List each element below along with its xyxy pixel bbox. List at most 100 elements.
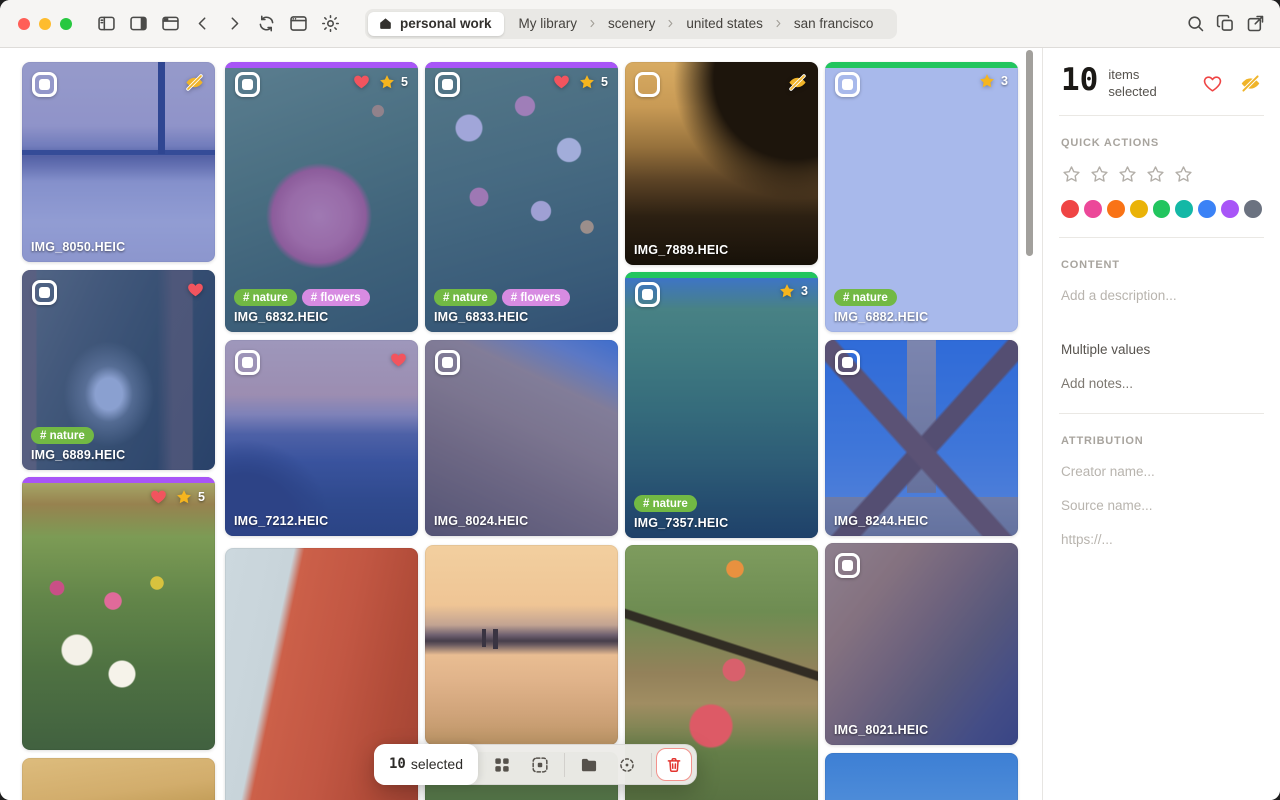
star-rating-count: 5 xyxy=(601,75,608,89)
color-label-bar xyxy=(22,477,215,483)
photo-tile-sand-dune[interactable] xyxy=(22,758,215,800)
color-label-dot[interactable] xyxy=(1061,200,1079,218)
tag-pill[interactable]: # nature xyxy=(31,427,94,444)
rating-star-2[interactable] xyxy=(1089,164,1110,185)
breadcrumb-item[interactable]: united states xyxy=(681,16,768,31)
settings-icon[interactable] xyxy=(320,13,341,34)
tile-checkbox[interactable] xyxy=(235,72,260,97)
zoom-button[interactable] xyxy=(60,18,72,30)
color-label-dot[interactable] xyxy=(1153,200,1171,218)
color-label-dot[interactable] xyxy=(1107,200,1125,218)
breadcrumb: personal work My library scenery united st… xyxy=(365,9,897,39)
tab-window-icon[interactable] xyxy=(160,13,181,34)
photo-tile-dusk-seascape[interactable]: IMG_7212.HEIC xyxy=(225,340,418,536)
favorite-toggle-button[interactable] xyxy=(1202,73,1223,94)
hide-toggle-button[interactable] xyxy=(1239,72,1262,95)
tile-badges xyxy=(186,280,205,299)
tile-checkbox[interactable] xyxy=(32,72,57,97)
tag-pill[interactable]: # nature xyxy=(834,289,897,306)
photo-tile-dahlia-flower[interactable]: 5# nature# flowersIMG_6832.HEIC xyxy=(225,62,418,332)
tile-checkbox[interactable] xyxy=(835,350,860,375)
tile-checkbox[interactable] xyxy=(835,72,860,97)
color-label-dot[interactable] xyxy=(1221,200,1239,218)
photo-tile-wooden-spire[interactable]: 3# natureIMG_6882.HEIC xyxy=(825,62,1018,332)
url-field[interactable]: https://... xyxy=(1061,532,1262,547)
tile-checkbox[interactable] xyxy=(635,282,660,307)
photo-tile-forest-trees[interactable]: 3# natureIMG_7357.HEIC xyxy=(625,272,818,538)
tile-filename: IMG_8050.HEIC xyxy=(31,240,206,254)
tile-filename: IMG_6889.HEIC xyxy=(31,448,206,462)
tile-info: IMG_7212.HEIC xyxy=(234,514,409,528)
app-window-icon[interactable] xyxy=(288,13,309,34)
grid-view-button[interactable] xyxy=(485,748,519,782)
tile-info: # nature # flowers IMG_6833.HEIC xyxy=(434,289,609,324)
tag-pill[interactable]: # flowers xyxy=(502,289,570,306)
photo-tile-palace-frieze[interactable]: IMG_8021.HEIC xyxy=(825,543,1018,745)
tile-filename: IMG_7889.HEIC xyxy=(634,243,809,257)
breadcrumb-item[interactable]: My library xyxy=(514,16,583,31)
tile-checkbox[interactable] xyxy=(635,72,660,97)
divider xyxy=(1059,413,1264,414)
tag-pill[interactable]: # nature xyxy=(434,289,497,306)
breadcrumb-root[interactable]: personal work xyxy=(368,12,504,36)
tag-pill[interactable]: # nature xyxy=(234,289,297,306)
sidebar-left-icon[interactable] xyxy=(96,13,117,34)
scrollbar-thumb[interactable] xyxy=(1026,50,1033,256)
rating-star-3[interactable] xyxy=(1117,164,1138,185)
forward-icon[interactable] xyxy=(224,13,245,34)
minimize-button[interactable] xyxy=(39,18,51,30)
tile-info: IMG_8024.HEIC xyxy=(434,514,609,528)
back-icon[interactable] xyxy=(192,13,213,34)
breadcrumb-item[interactable]: scenery xyxy=(603,16,660,31)
tile-filename: IMG_6833.HEIC xyxy=(434,310,609,324)
photo-tile-couple-sunset-beach[interactable] xyxy=(425,545,618,745)
photo-tile-striped-dahlias[interactable]: 5 # nature # flowers IMG_6833.HEIC xyxy=(425,62,618,332)
star-rating-count: 5 xyxy=(198,490,205,504)
photo-tile-palace-columns[interactable]: IMG_8024.HEIC xyxy=(425,340,618,536)
breadcrumb-item[interactable]: san francisco xyxy=(789,16,879,31)
description-field[interactable]: Add a description... xyxy=(1061,288,1262,303)
copy-icon[interactable] xyxy=(1215,13,1236,34)
photo-tile-dark-coast-sunset[interactable]: IMG_7889.HEIC xyxy=(625,62,818,265)
source-field[interactable]: Source name... xyxy=(1061,498,1262,513)
photo-tile-blue-sky[interactable] xyxy=(825,753,1018,800)
search-icon[interactable] xyxy=(1185,13,1206,34)
tags-field[interactable]: Multiple values xyxy=(1061,342,1262,357)
star-icon xyxy=(978,72,996,90)
tile-checkbox[interactable] xyxy=(435,72,460,97)
sidebar-right-icon[interactable] xyxy=(128,13,149,34)
rating-star-4[interactable] xyxy=(1145,164,1166,185)
photo-tile-golden-gate-reflection[interactable]: IMG_8050.HEIC xyxy=(22,62,215,262)
auto-arrange-button[interactable] xyxy=(523,748,557,782)
tag-pill[interactable]: # nature xyxy=(634,495,697,512)
tile-checkbox[interactable] xyxy=(435,350,460,375)
color-label-dot[interactable] xyxy=(1084,200,1102,218)
tile-checkbox[interactable] xyxy=(32,280,57,305)
find-similar-button[interactable] xyxy=(610,748,644,782)
open-external-icon[interactable] xyxy=(1245,13,1266,34)
move-to-folder-button[interactable] xyxy=(572,748,606,782)
refresh-icon[interactable] xyxy=(256,13,277,34)
color-label-dot[interactable] xyxy=(1175,200,1193,218)
creator-field[interactable]: Creator name... xyxy=(1061,464,1262,479)
delete-button[interactable] xyxy=(656,748,692,781)
rating-star-5[interactable] xyxy=(1173,164,1194,185)
photo-tile-forest-cemetery[interactable]: # nature IMG_6889.HEIC xyxy=(22,270,215,470)
color-label-dot[interactable] xyxy=(1130,200,1148,218)
selection-toolbar: 10 selected xyxy=(374,744,697,785)
tile-info: IMG_7889.HEIC xyxy=(634,243,809,257)
tile-checkbox[interactable] xyxy=(235,350,260,375)
tile-info: IMG_8021.HEIC xyxy=(834,723,1009,737)
rating-stars xyxy=(1061,164,1262,185)
color-label-dot[interactable] xyxy=(1198,200,1216,218)
tag-pill[interactable]: # flowers xyxy=(302,289,370,306)
tile-filename: IMG_6882.HEIC xyxy=(834,310,1009,324)
notes-field[interactable]: Add notes... xyxy=(1061,376,1262,391)
close-button[interactable] xyxy=(18,18,30,30)
photo-tile-dahlia-garden[interactable]: 5 xyxy=(22,477,215,750)
photo-tile-obelisk-chains[interactable]: IMG_8244.HEIC xyxy=(825,340,1018,536)
color-label-dot[interactable] xyxy=(1244,200,1262,218)
star-rating-count: 5 xyxy=(401,75,408,89)
rating-star-1[interactable] xyxy=(1061,164,1082,185)
tile-checkbox[interactable] xyxy=(835,553,860,578)
